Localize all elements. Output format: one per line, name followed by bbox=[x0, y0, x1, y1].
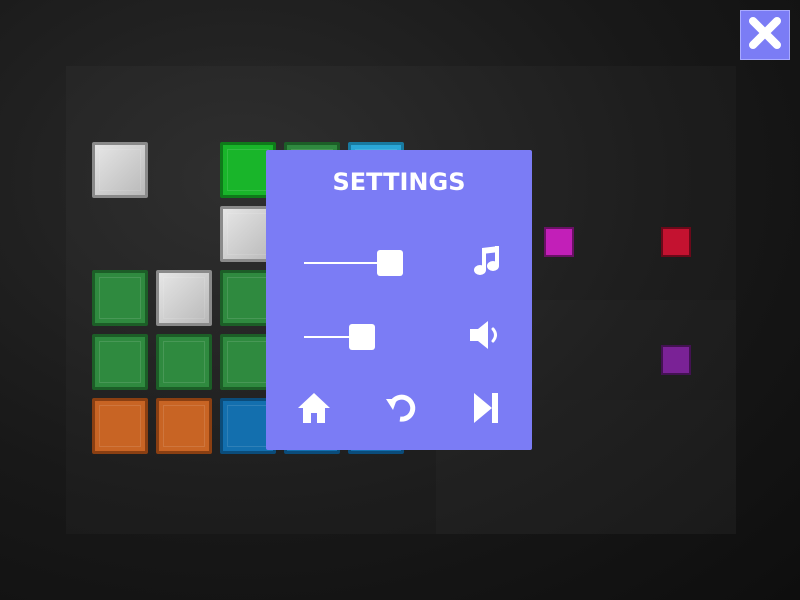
slider-handle[interactable] bbox=[349, 324, 375, 350]
restart-button[interactable] bbox=[378, 392, 422, 428]
block-tile[interactable] bbox=[92, 334, 148, 390]
magenta-gem bbox=[544, 227, 574, 257]
slider-handle[interactable] bbox=[377, 250, 403, 276]
red-gem bbox=[661, 227, 691, 257]
block-tile[interactable] bbox=[92, 142, 148, 198]
speaker-icon bbox=[468, 318, 504, 356]
music-volume-slider[interactable] bbox=[304, 250, 403, 276]
home-icon bbox=[296, 391, 332, 429]
settings-panel: SETTINGS bbox=[266, 150, 532, 450]
close-icon bbox=[747, 15, 783, 55]
sound-volume-slider[interactable] bbox=[304, 324, 375, 350]
block-tile[interactable] bbox=[92, 270, 148, 326]
block-tile[interactable] bbox=[156, 334, 212, 390]
restart-icon bbox=[383, 391, 417, 429]
sound-toggle-button[interactable] bbox=[466, 320, 506, 354]
close-button[interactable] bbox=[740, 10, 790, 60]
skip-level-button[interactable] bbox=[464, 392, 508, 428]
block-tile[interactable] bbox=[156, 398, 212, 454]
music-note-icon bbox=[471, 245, 501, 281]
home-button[interactable] bbox=[292, 392, 336, 428]
music-toggle-button[interactable] bbox=[466, 246, 506, 280]
board-shade bbox=[500, 300, 736, 400]
block-tile[interactable] bbox=[156, 270, 212, 326]
skip-level-icon bbox=[470, 391, 502, 429]
block-tile[interactable] bbox=[92, 398, 148, 454]
purple-gem bbox=[661, 345, 691, 375]
settings-title: SETTINGS bbox=[332, 168, 466, 196]
